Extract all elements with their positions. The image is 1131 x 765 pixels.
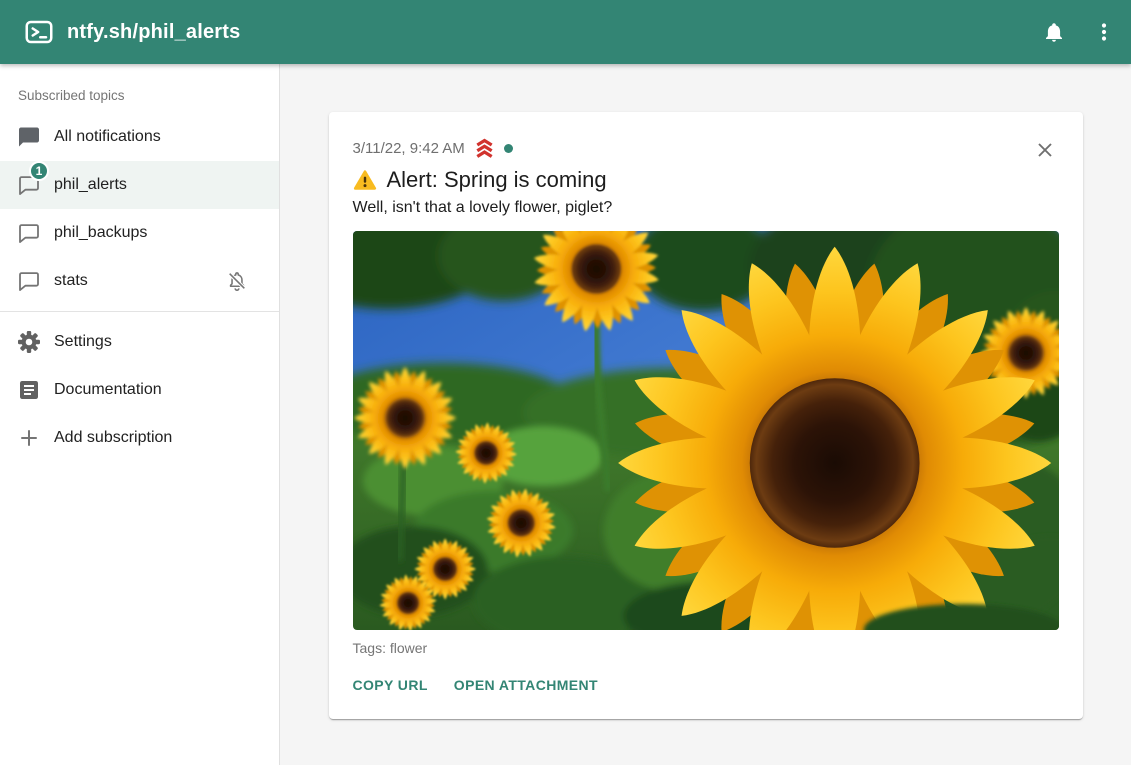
sidebar-divider [0,311,279,312]
chat-bubble-outline-icon: 1 [17,173,41,197]
unread-dot-icon [504,144,513,153]
sidebar-item-add-subscription[interactable]: Add subscription [0,414,279,462]
attachment-image[interactable] [353,231,1059,630]
terminal-logo-icon [24,17,54,47]
sidebar: Subscribed topics All notifications 1 ph… [0,64,280,765]
settings-gear-icon [17,330,41,354]
sidebar-item-phil-alerts[interactable]: 1 phil_alerts [0,161,279,209]
sidebar-item-label: phil_backups [54,224,147,242]
chat-bubble-outline-icon [17,221,41,245]
notification-title: Alert: Spring is coming [387,167,607,193]
sidebar-item-label: Settings [54,333,112,351]
sidebar-item-label: phil_alerts [54,176,127,194]
tags-value: flower [390,640,427,656]
notification-card: 3/11/22, 9:42 AM [329,112,1083,719]
notification-title-row: Alert: Spring is coming [353,167,1059,193]
sidebar-item-label: stats [54,272,88,290]
chat-bubble-outline-icon [17,269,41,293]
sidebar-item-label: Add subscription [54,429,172,447]
sidebar-item-phil-backups[interactable]: phil_backups [0,209,279,257]
app-bar: ntfy.sh/phil_alerts [0,0,1131,64]
notification-meta-row: 3/11/22, 9:42 AM [353,138,1059,159]
notification-tags: Tags: flower [353,640,1059,656]
copy-url-button[interactable]: COPY URL [345,669,436,701]
open-attachment-button[interactable]: OPEN ATTACHMENT [446,669,606,701]
notifications-off-icon [226,270,248,292]
sidebar-item-documentation[interactable]: Documentation [0,366,279,414]
notification-actions: COPY URL OPEN ATTACHMENT [345,669,1059,701]
warning-emoji-icon [353,169,377,191]
unread-count-badge: 1 [29,161,49,181]
tags-label: Tags: [353,640,386,656]
sidebar-item-label: Documentation [54,381,162,399]
notifications-bell-icon[interactable] [1041,19,1067,45]
close-icon[interactable] [1033,138,1057,162]
kebab-menu-icon[interactable] [1091,19,1117,45]
notification-timestamp: 3/11/22, 9:42 AM [353,140,465,157]
main-content: 3/11/22, 9:42 AM [280,64,1131,765]
sidebar-item-stats[interactable]: stats [0,257,279,305]
priority-max-icon [473,138,496,159]
plus-icon [17,426,41,450]
sidebar-item-label: All notifications [54,128,161,146]
chat-bubble-filled-icon [17,125,41,149]
sidebar-item-settings[interactable]: Settings [0,318,279,366]
subscribed-topics-label: Subscribed topics [18,88,279,103]
article-icon [17,378,41,402]
notification-body: Well, isn't that a lovely flower, piglet… [353,199,1059,217]
sidebar-item-all-notifications[interactable]: All notifications [0,113,279,161]
app-title: ntfy.sh/phil_alerts [67,21,240,44]
